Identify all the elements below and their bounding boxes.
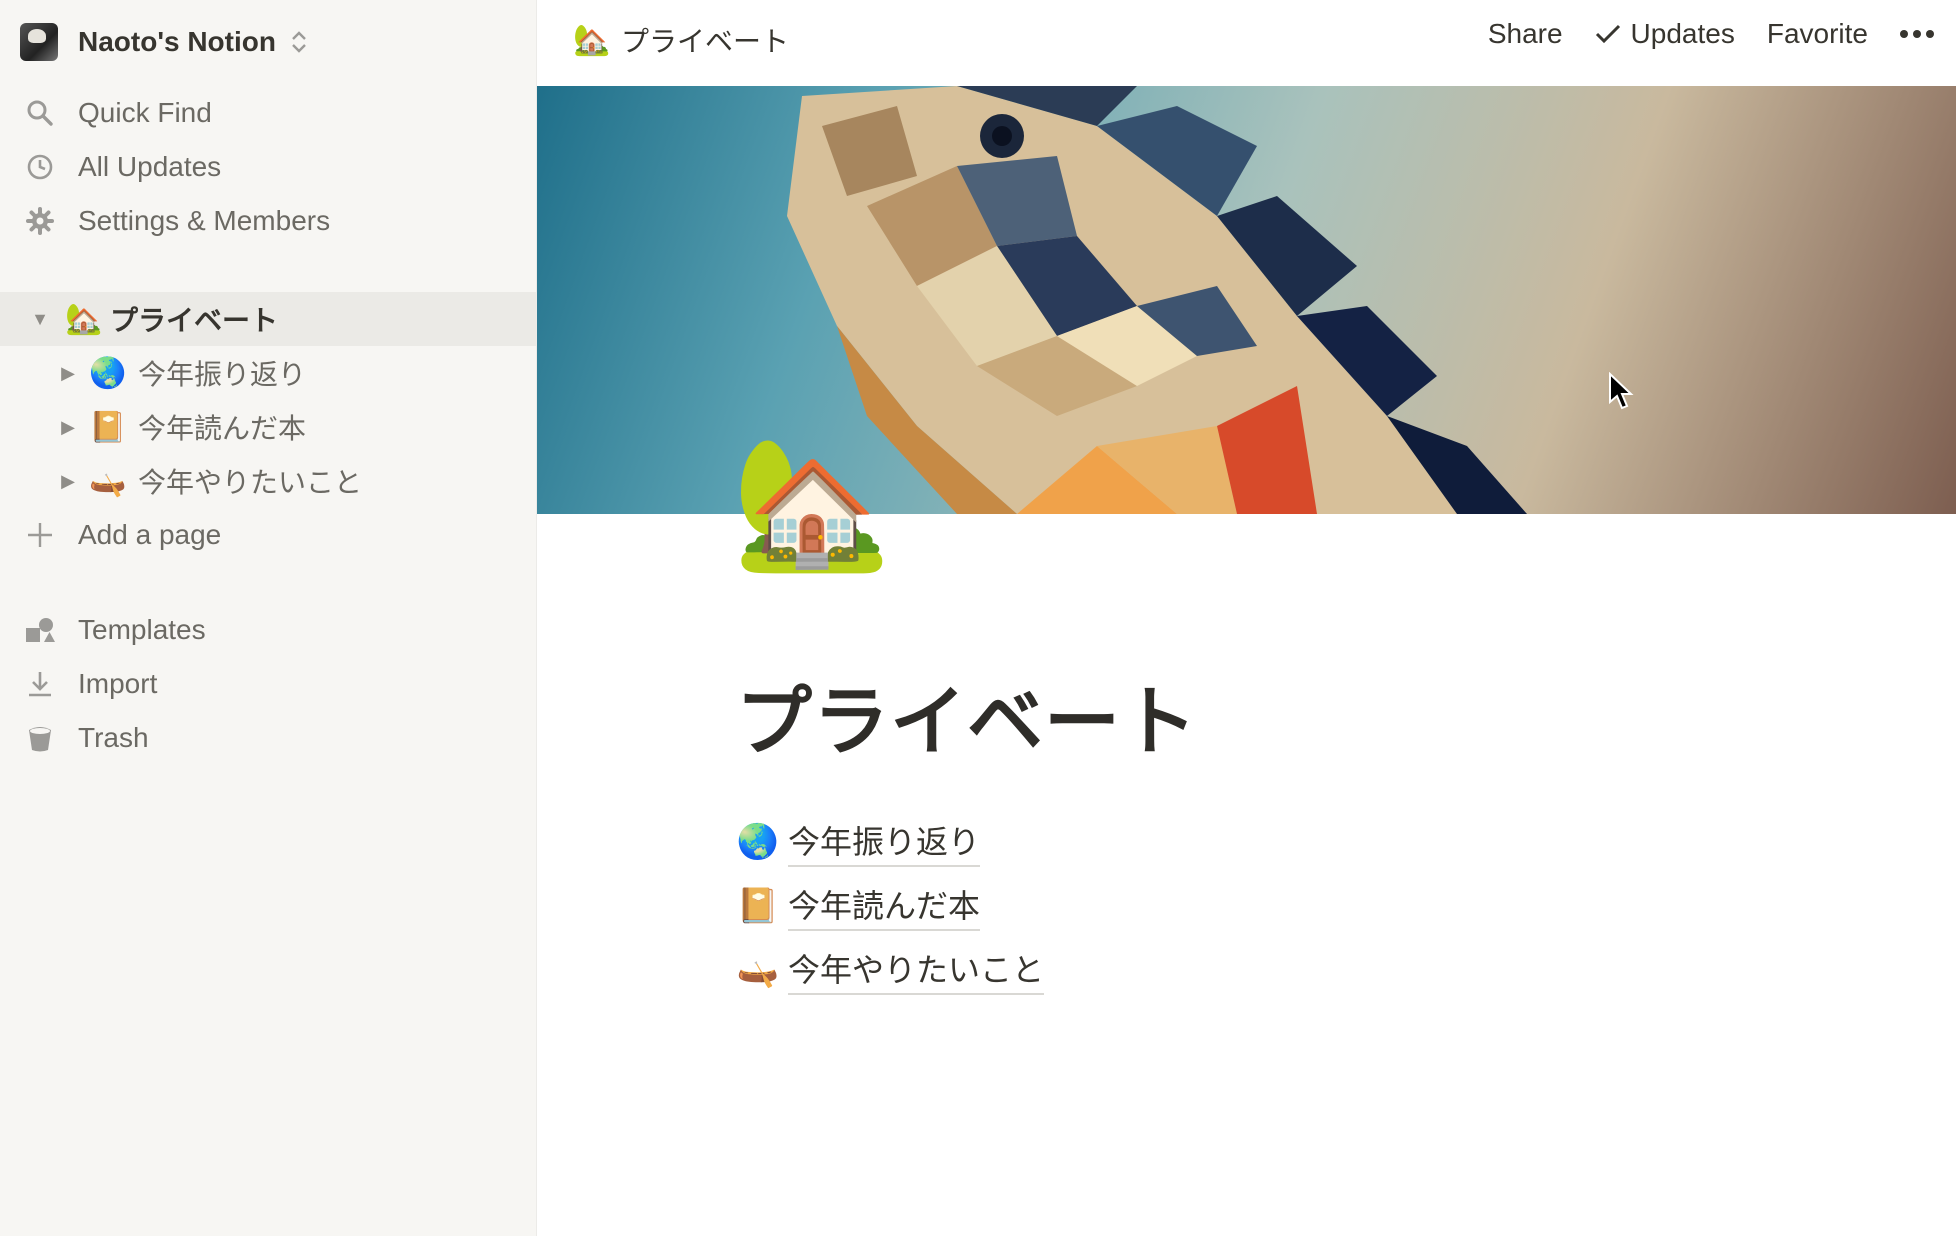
sidebar-item-label: Settings & Members (78, 205, 331, 236)
house-icon: 🏡 (573, 23, 611, 57)
sidebar-item-templates[interactable]: Templates (0, 603, 536, 657)
updates-button[interactable]: Updates (1595, 18, 1735, 50)
page-tree: ▼ 🏡 プライベート ▶ 🌏 今年振り返り ▶ 📔 今年読んだ本 ▶ 🛶 今年や… (0, 292, 536, 562)
canoe-icon: 🛶 (736, 951, 780, 989)
sidebar-item-trash[interactable]: Trash (0, 711, 536, 765)
subpage-link-books-read[interactable]: 📔 今年読んだ本 (736, 874, 1044, 938)
globe-icon: 🌏 (736, 823, 780, 861)
sidebar-item-settings-members[interactable]: Settings & Members (0, 194, 536, 248)
add-page-button[interactable]: Add a page (0, 508, 536, 562)
breadcrumb-title: プライベート (621, 26, 790, 57)
sidebar-page-todo[interactable]: ▶ 🛶 今年やりたいこと (0, 454, 536, 508)
sidebar-item-import[interactable]: Import (0, 657, 536, 711)
breadcrumb[interactable]: 🏡 プライベート (573, 20, 789, 60)
notebook-icon: 📔 (89, 410, 127, 444)
templates-icon (24, 614, 56, 646)
gear-icon (24, 205, 56, 237)
collapse-toggle-icon[interactable]: ▼ (28, 309, 52, 330)
sidebar-page-label: 今年振り返り (138, 359, 307, 390)
sidebar-page-year-review[interactable]: ▶ 🌏 今年振り返り (0, 346, 536, 400)
subpage-label: 今年やりたいこと (788, 945, 1045, 995)
globe-icon: 🌏 (89, 356, 127, 390)
updates-label: Updates (1630, 18, 1735, 49)
expand-toggle-icon[interactable]: ▶ (56, 471, 80, 492)
more-options-icon[interactable] (1900, 30, 1934, 38)
subpage-label: 今年読んだ本 (788, 881, 981, 931)
sidebar-page-label: プライベート (110, 305, 279, 336)
chevron-updown-icon (292, 31, 306, 53)
workspace-switcher[interactable]: Naoto's Notion (20, 18, 308, 66)
page-title[interactable]: プライベート (736, 660, 1198, 770)
search-icon (24, 97, 56, 129)
subpage-label: 今年振り返り (788, 817, 981, 867)
subpage-link-year-review[interactable]: 🌏 今年振り返り (736, 810, 1044, 874)
add-page-label: Add a page (78, 519, 222, 550)
sidebar-page-private[interactable]: ▼ 🏡 プライベート (0, 292, 536, 346)
sidebar-page-label: 今年読んだ本 (138, 413, 307, 444)
clock-icon (24, 151, 56, 183)
subpage-link-todo[interactable]: 🛶 今年やりたいこと (736, 938, 1045, 1002)
workspace-avatar (20, 23, 58, 61)
page-icon-house[interactable]: 🏡 (732, 440, 891, 568)
sidebar-item-all-updates[interactable]: All Updates (0, 140, 536, 194)
sidebar-item-quick-find[interactable]: Quick Find (0, 86, 536, 140)
expand-toggle-icon[interactable]: ▶ (56, 363, 80, 384)
check-icon (1595, 24, 1620, 44)
mouse-cursor-icon (1609, 372, 1634, 410)
workspace-name: Naoto's Notion (78, 26, 276, 57)
subpage-list: 🌏 今年振り返り 📔 今年読んだ本 🛶 今年やりたいこと (736, 810, 1045, 1002)
favorite-button[interactable]: Favorite (1767, 18, 1868, 50)
plus-icon (24, 521, 56, 549)
house-icon: 🏡 (65, 302, 103, 336)
sidebar-item-label: Quick Find (78, 97, 212, 128)
sidebar-item-label: All Updates (78, 151, 222, 182)
sidebar-page-label: 今年やりたいこと (138, 467, 363, 498)
sidebar-item-label: Import (78, 668, 158, 699)
sidebar-item-label: Templates (78, 614, 206, 645)
canoe-icon: 🛶 (89, 464, 127, 498)
sidebar-footer: Templates Import Trash (0, 603, 536, 765)
sidebar: Naoto's Notion Quick Find All Updates Se… (0, 0, 537, 1236)
sidebar-item-label: Trash (78, 722, 149, 753)
trash-icon (24, 722, 56, 754)
notion-app: Naoto's Notion Quick Find All Updates Se… (0, 0, 1956, 1236)
sidebar-nav: Quick Find All Updates Settings & Member… (0, 86, 536, 248)
notebook-icon: 📔 (736, 887, 780, 925)
topbar-actions: Share Updates Favorite (1456, 18, 1934, 50)
topbar: 🏡 プライベート Share Updates Favorite (537, 0, 1956, 86)
expand-toggle-icon[interactable]: ▶ (56, 417, 80, 438)
share-button[interactable]: Share (1488, 18, 1563, 50)
sidebar-page-books-read[interactable]: ▶ 📔 今年読んだ本 (0, 400, 536, 454)
import-icon (24, 668, 56, 700)
